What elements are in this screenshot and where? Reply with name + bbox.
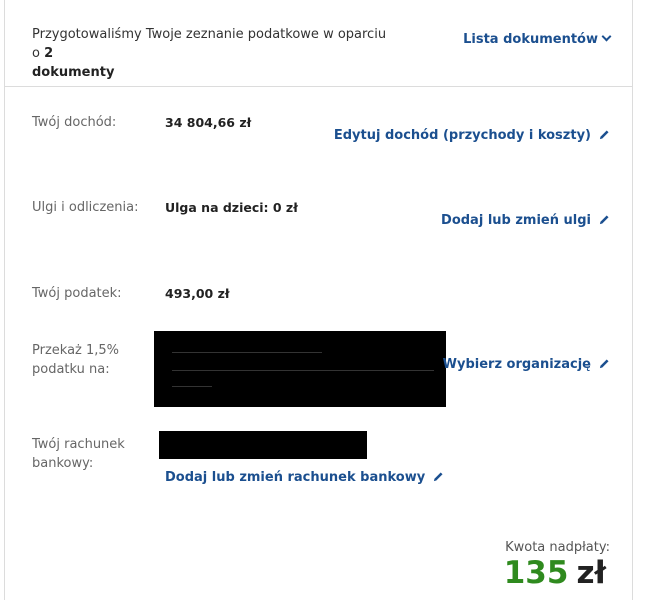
- overpayment-value: 135: [503, 555, 569, 591]
- tax-return-summary-card: Przygotowaliśmy Twoje zeznanie podatkowe…: [4, 0, 633, 600]
- income-value: 34 804,66 zł: [165, 115, 252, 130]
- tax-value: 493,00 zł: [165, 286, 230, 301]
- chevron-down-icon: [601, 31, 612, 42]
- document-list-toggle[interactable]: Lista dokumentów: [463, 31, 612, 47]
- document-count: 2: [44, 46, 54, 61]
- edit-reliefs-label: Dodaj lub zmień ulgi: [441, 213, 591, 228]
- pencil-icon: [599, 359, 609, 369]
- intro-text: Przygotowaliśmy Twoje zeznanie podatkowe…: [32, 25, 392, 82]
- pencil-icon: [599, 215, 609, 225]
- summary-header: Przygotowaliśmy Twoje zeznanie podatkowe…: [5, 0, 632, 87]
- edit-reliefs-button[interactable]: Dodaj lub zmień ulgi: [441, 213, 610, 228]
- bank-account-label: Twój rachunek bankowy:: [32, 437, 125, 471]
- edit-income-label: Edytuj dochód (przychody i koszty): [333, 128, 591, 143]
- reliefs-value: Ulga na dzieci: 0 zł: [165, 200, 298, 215]
- income-label: Twój dochód:: [32, 115, 117, 130]
- intro-text-before: Przygotowaliśmy Twoje zeznanie podatkowe…: [32, 27, 387, 61]
- overpayment-amount: 135 zł: [504, 553, 606, 593]
- pencil-icon: [599, 130, 609, 140]
- choose-organization-button[interactable]: Wybierz organizację: [443, 357, 610, 372]
- tax-label: Twój podatek:: [32, 286, 122, 301]
- pencil-icon: [434, 472, 443, 482]
- donation-label: Przekaż 1,5% podatku na:: [32, 343, 120, 377]
- edit-bank-account-label: Dodaj lub zmień rachunek bankowy: [165, 470, 426, 485]
- overpayment-currency: zł: [576, 555, 606, 591]
- redacted-organization: [154, 331, 446, 407]
- redacted-bank-account: [159, 431, 367, 459]
- choose-organization-label: Wybierz organizację: [442, 357, 591, 372]
- intro-text-after: dokumenty: [32, 65, 115, 80]
- document-list-label: Lista dokumentów: [463, 32, 598, 47]
- edit-income-button[interactable]: Edytuj dochód (przychody i koszty): [334, 128, 610, 143]
- edit-bank-account-button[interactable]: Dodaj lub zmień rachunek bankowy: [165, 470, 444, 485]
- reliefs-label: Ulgi i odliczenia:: [32, 200, 139, 215]
